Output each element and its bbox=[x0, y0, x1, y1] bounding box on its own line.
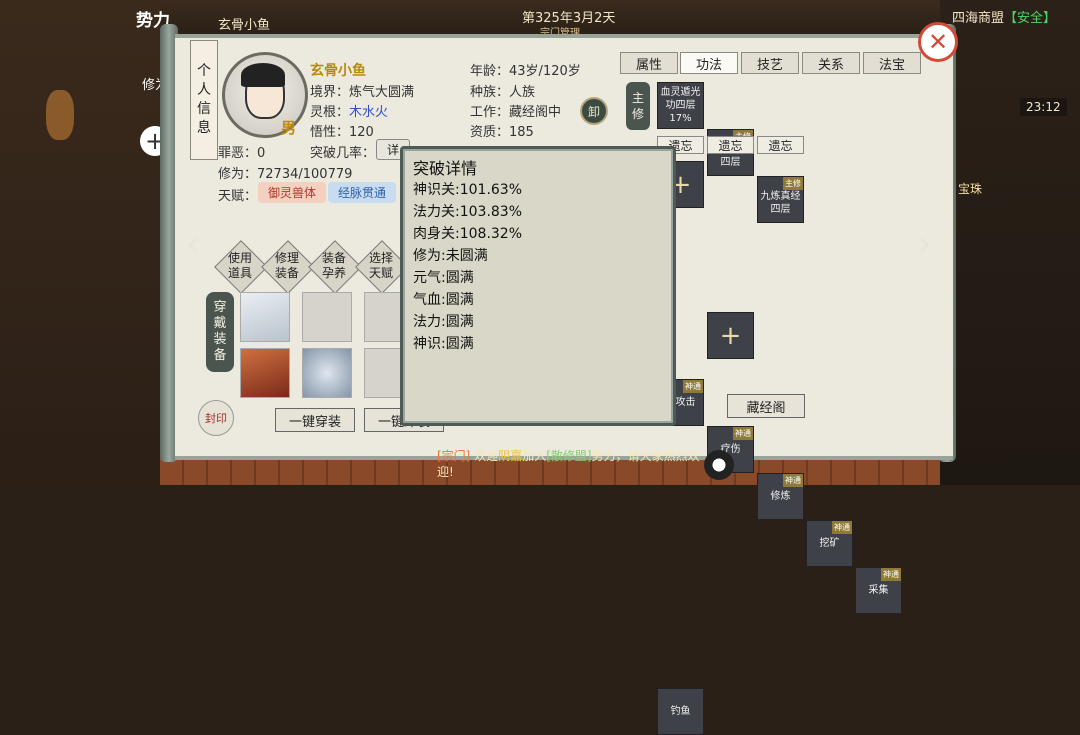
popup-line: 修为:未圆满 bbox=[413, 248, 488, 264]
age-label: 年龄： bbox=[470, 64, 510, 79]
tab-treasures[interactable]: 法宝 bbox=[863, 52, 921, 74]
nurture-equipment-label: 装备 孕养 bbox=[321, 251, 346, 280]
forget-button[interactable]: 遗忘 bbox=[707, 136, 754, 154]
chat-channel: [宗门] bbox=[437, 449, 471, 463]
ability-card[interactable]: 神通 挖矿 bbox=[806, 520, 853, 567]
aptitude-value: 185 bbox=[509, 125, 534, 140]
avatar-hair bbox=[241, 63, 285, 87]
yin-yang-icon[interactable] bbox=[704, 450, 734, 480]
clock: 23:12 bbox=[1020, 98, 1067, 116]
cultivation-value: 72734/100779 bbox=[257, 167, 353, 182]
ability-card[interactable]: 神通 采集 bbox=[855, 567, 902, 614]
realm-value: 炼气大圆满 bbox=[349, 85, 415, 100]
personal-info-banner: 个 人 信 息 bbox=[190, 40, 218, 160]
tab-crafts[interactable]: 技艺 bbox=[741, 52, 799, 74]
forget-button[interactable]: 遗忘 bbox=[757, 136, 804, 154]
orb-slot[interactable] bbox=[302, 348, 352, 398]
wisdom-label: 悟性： bbox=[310, 125, 350, 140]
game-scene-right bbox=[935, 0, 1080, 485]
popup-line: 神识:圆满 bbox=[413, 336, 474, 352]
ability-card[interactable]: 神通 修炼 bbox=[757, 473, 804, 520]
library-button[interactable]: 藏经阁 bbox=[727, 394, 805, 418]
boots-slot[interactable] bbox=[240, 348, 290, 398]
talent-badge[interactable]: 御灵兽体 bbox=[258, 182, 327, 203]
main-skill-card[interactable]: 血灵遁光功四层 17% bbox=[657, 82, 704, 129]
breakthrough-popup: 突破详情 神识关:101.63% 法力关:103.83% 肉身关:108.32%… bbox=[400, 146, 676, 426]
popup-line: 气血:圆满 bbox=[413, 292, 474, 308]
next-arrow-icon[interactable]: › bbox=[918, 224, 932, 264]
popup-title: 突破详情 bbox=[413, 159, 478, 178]
chat-text: 加入 bbox=[522, 449, 547, 463]
popup-line: 法力:圆满 bbox=[413, 314, 474, 330]
safety-status: 【安全】 bbox=[1004, 11, 1057, 26]
side-gem-label[interactable]: 宝珠 bbox=[958, 180, 982, 197]
chat-sect: [散修盟] bbox=[546, 449, 592, 463]
tab-relations[interactable]: 关系 bbox=[802, 52, 860, 74]
popup-line: 神识关:101.63% bbox=[413, 182, 523, 198]
equip-all-button[interactable]: 一键穿装 bbox=[275, 408, 355, 432]
armor-slot[interactable] bbox=[240, 292, 290, 342]
add-ability-icon[interactable]: + bbox=[707, 312, 754, 359]
choose-talent-label: 选择 天赋 bbox=[368, 251, 393, 280]
player-name-top: 玄骨小鱼 bbox=[218, 18, 271, 33]
banner-char: 人 bbox=[197, 82, 211, 98]
breakthrough-label: 突破几率： bbox=[310, 146, 376, 161]
close-button[interactable]: ✕ bbox=[918, 22, 958, 62]
character-name: 玄骨小鱼 bbox=[310, 63, 366, 79]
repair-equipment-label: 修理 装备 bbox=[274, 251, 299, 280]
popup-line: 法力关:103.83% bbox=[413, 204, 523, 220]
ability-card[interactable]: 钓鱼 bbox=[657, 688, 704, 735]
race-label: 种族： bbox=[470, 85, 510, 100]
cultivation-label: 修为： bbox=[218, 167, 258, 182]
main-skill-label: 主修 bbox=[626, 82, 650, 130]
sin-label: 罪恶： bbox=[218, 146, 258, 161]
banner-char: 个 bbox=[197, 63, 211, 79]
chat-text: 欢迎 bbox=[474, 449, 499, 463]
tab-skills[interactable]: 功法 bbox=[680, 52, 738, 74]
age-value: 43岁/120岁 bbox=[509, 64, 581, 79]
race-value: 人族 bbox=[509, 85, 536, 100]
equip-side-label: 穿戴装备 bbox=[206, 292, 234, 372]
use-item-label: 使用 道具 bbox=[227, 251, 252, 280]
alliance-label: 四海商盟 bbox=[952, 11, 1005, 26]
chat-player: 阴嘉 bbox=[498, 449, 523, 463]
alliance-name: 四海商盟【安全】 bbox=[952, 7, 1056, 26]
realm-label: 境界： bbox=[310, 85, 350, 100]
job-value: 藏经阁中 bbox=[509, 105, 562, 120]
root-label: 灵根： bbox=[310, 105, 350, 120]
side-character-icon[interactable] bbox=[46, 90, 74, 140]
seal-button[interactable]: 封印 bbox=[198, 400, 234, 436]
popup-lines: 神识关:101.63% 法力关:103.83% 肉身关:108.32% 修为:未… bbox=[413, 179, 522, 355]
popup-line: 肉身关:108.32% bbox=[413, 226, 523, 242]
popup-line: 元气:圆满 bbox=[413, 270, 474, 286]
gender-label: 男 bbox=[281, 119, 297, 137]
wisdom-value: 120 bbox=[349, 125, 374, 140]
root-value: 木水火 bbox=[349, 105, 389, 120]
game-scene-left bbox=[0, 0, 165, 485]
sin-value: 0 bbox=[257, 146, 266, 161]
talent-badge[interactable]: 经脉贯通 bbox=[328, 182, 397, 203]
job-label: 工作： bbox=[470, 105, 510, 120]
banner-char: 信 bbox=[197, 101, 211, 117]
weapon-slot[interactable] bbox=[302, 292, 352, 342]
tab-attributes[interactable]: 属性 bbox=[620, 52, 678, 74]
chat-message[interactable]: [宗门] 欢迎阴嘉加入[散修盟]势力，请大家热烈欢迎! bbox=[437, 448, 702, 480]
main-skill-card[interactable]: 主修 九炼真经四层 bbox=[757, 176, 804, 223]
aptitude-label: 资质： bbox=[470, 125, 510, 140]
talent-label: 天赋： bbox=[218, 189, 258, 204]
unload-job-button[interactable]: 卸 bbox=[580, 97, 608, 125]
banner-char: 息 bbox=[197, 120, 211, 136]
prev-arrow-icon[interactable]: ‹ bbox=[186, 224, 200, 264]
